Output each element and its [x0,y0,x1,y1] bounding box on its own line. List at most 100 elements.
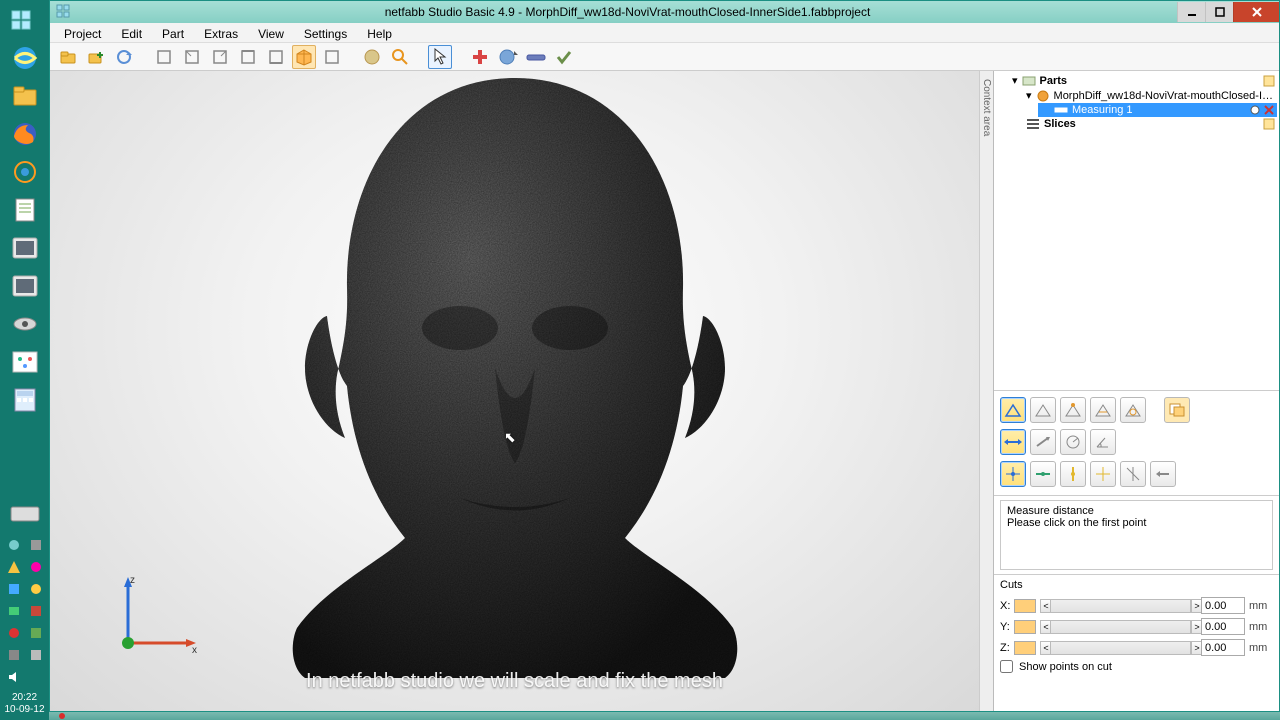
taskbar-calc-icon[interactable] [7,384,43,416]
menu-part[interactable]: Part [154,25,192,40]
systray-icon[interactable] [5,646,23,664]
tree-node-part[interactable]: ▾ MorphDiff_ww18d-NoviVrat-mouthClosed-I… [1024,88,1277,103]
systray-icon[interactable] [5,580,23,598]
measure-mode-d[interactable] [1090,397,1116,423]
collapse-toggle-icon[interactable]: ▾ [1012,74,1018,87]
taskbar-firefox-icon[interactable] [7,118,43,150]
taskbar-meshlab-icon[interactable] [7,156,43,188]
menu-help[interactable]: Help [359,25,400,40]
systray-icon[interactable] [5,558,23,576]
platform-button[interactable] [524,45,548,69]
collapse-toggle-icon[interactable]: ▾ [1026,89,1032,102]
snap-x-axis-button[interactable] [1030,461,1056,487]
view-cube-front[interactable] [152,45,176,69]
cut-z-value[interactable] [1201,639,1245,656]
systray-icon[interactable] [5,602,23,620]
context-area-tab[interactable]: Context area [979,71,993,711]
cut-y-slider[interactable] [1050,620,1191,634]
taskbar-eye-icon[interactable] [7,308,43,340]
remove-icon[interactable] [1263,104,1275,116]
reload-button[interactable] [112,45,136,69]
tree-node-slices[interactable]: Slices [1010,117,1277,131]
systray-icon[interactable] [27,558,45,576]
snap-point-button[interactable] [1000,461,1026,487]
pin-icon[interactable] [1249,104,1261,116]
measure-mode-b[interactable] [1030,397,1056,423]
view-cube-iso-active[interactable] [292,45,316,69]
snap-yz-button[interactable] [1120,461,1146,487]
menu-project[interactable]: Project [56,25,109,40]
tree-node-measuring[interactable]: Measuring 1 [1038,103,1277,117]
systray-icon[interactable] [27,646,45,664]
taskbar-app-b-icon[interactable] [7,270,43,302]
menu-view[interactable]: View [250,25,292,40]
systray-icon[interactable] [5,536,23,554]
repair-button[interactable] [468,45,492,69]
measure-angle-button[interactable] [1090,429,1116,455]
cut-x-swatch[interactable] [1014,599,1036,613]
tree-node-parts[interactable]: ▾ Parts [1010,73,1277,88]
clock-time: 20:22 [4,692,44,704]
show-points-on-cut[interactable]: Show points on cut [1000,660,1273,673]
sphere-button[interactable] [360,45,384,69]
systray-icon[interactable] [27,580,45,598]
taskbar-explorer-icon[interactable] [7,80,43,112]
check-button[interactable] [552,45,576,69]
app-window: netfabb Studio Basic 4.9 - MorphDiff_ww1… [49,0,1280,712]
snap-reset-button[interactable] [1150,461,1176,487]
taskbar-app-a-icon[interactable] [7,232,43,264]
view-cube-back[interactable] [320,45,344,69]
parts-tree[interactable]: ▾ Parts ▾ MorphDiff_ww18d-NoviVrat-mouth… [994,71,1279,391]
measure-mode-c[interactable] [1060,397,1086,423]
measure-mode-e[interactable] [1120,397,1146,423]
menu-settings[interactable]: Settings [296,25,355,40]
zoom-button[interactable] [388,45,412,69]
systray-icon[interactable] [27,624,45,642]
close-button[interactable] [1233,2,1279,22]
taskbar-notepad-icon[interactable] [7,194,43,226]
measure-distance-button[interactable] [1000,429,1026,455]
measure-button[interactable] [496,45,520,69]
minimize-button[interactable] [1177,2,1205,22]
viewport-3d[interactable]: ⬉ In netfabb studio we will scale and fi… [50,71,979,711]
side-panel: ▾ Parts ▾ MorphDiff_ww18d-NoviVrat-mouth… [993,71,1279,711]
taskbar-keyboard-icon[interactable] [7,498,43,530]
cut-z-label: Z: [1000,642,1014,654]
video-progress-strip[interactable] [49,712,1280,720]
maximize-button[interactable] [1205,2,1233,22]
cut-z-slider[interactable] [1050,641,1191,655]
cuts-panel: Cuts X: < > mm Y: < > mm Z: [994,574,1279,679]
view-cube-top[interactable] [236,45,260,69]
systray-icon[interactable] [27,536,45,554]
taskbar-reconstruct-icon[interactable] [7,346,43,378]
taskbar-ie-icon[interactable] [7,42,43,74]
systray-volume-icon[interactable] [5,668,23,686]
taskbar-app-netfabb[interactable] [7,4,43,36]
cut-x-value[interactable] [1201,597,1245,614]
measure-overlay-button[interactable] [1164,397,1190,423]
snap-y-axis-button[interactable] [1060,461,1086,487]
add-part-button[interactable] [84,45,108,69]
systray-icon[interactable] [27,602,45,620]
parts-icon [1022,75,1036,87]
taskbar-clock[interactable]: 20:22 10-09-12 [4,692,44,720]
snap-xy-button[interactable] [1090,461,1116,487]
cut-z-swatch[interactable] [1014,641,1036,655]
measure-vector-button[interactable] [1030,429,1056,455]
measure-mode-a[interactable] [1000,397,1026,423]
status-title: Measure distance [1007,505,1266,517]
titlebar[interactable]: netfabb Studio Basic 4.9 - MorphDiff_ww1… [50,1,1279,23]
cut-y-value[interactable] [1201,618,1245,635]
cut-x-slider[interactable] [1050,599,1191,613]
view-cube-bottom[interactable] [264,45,288,69]
view-cube-right[interactable] [208,45,232,69]
measure-radius-button[interactable] [1060,429,1086,455]
open-project-button[interactable] [56,45,80,69]
view-cube-left[interactable] [180,45,204,69]
systray-icon[interactable] [5,624,23,642]
menu-extras[interactable]: Extras [196,25,246,40]
cut-y-swatch[interactable] [1014,620,1036,634]
show-points-checkbox[interactable] [1000,660,1013,673]
select-cursor-button[interactable] [428,45,452,69]
menu-edit[interactable]: Edit [113,25,150,40]
